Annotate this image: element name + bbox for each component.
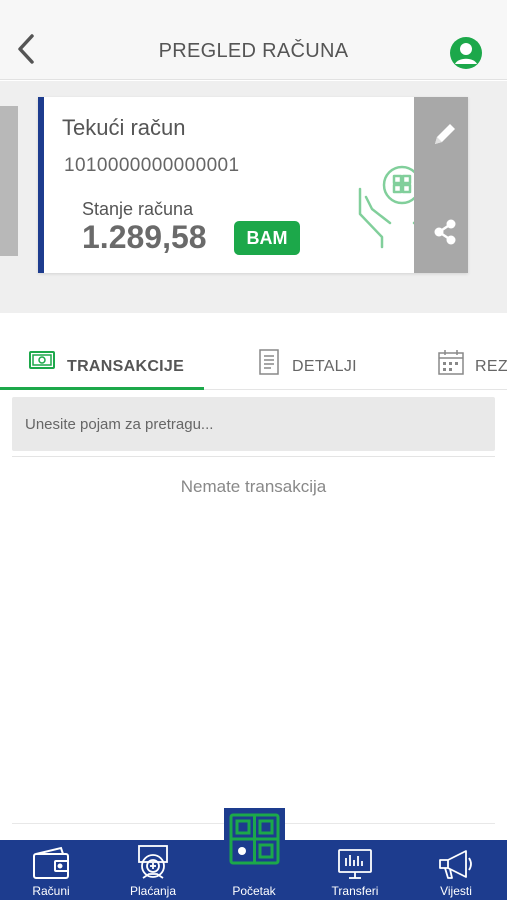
nav-item-news[interactable]: Vijesti (406, 840, 506, 900)
nav-item-transfers[interactable]: Transferi (305, 840, 405, 900)
page-title: PREGLED RAČUNA (158, 40, 349, 62)
user-icon (455, 43, 477, 64)
divider (12, 456, 495, 457)
document-icon (259, 349, 279, 375)
transfer-icon (338, 849, 372, 879)
cash-icon (29, 351, 55, 369)
nav-label-home: Početak (232, 884, 276, 898)
account-name: Tekući račun (62, 115, 186, 140)
home-logo-icon (229, 813, 280, 865)
account-tabs: TRANSAKCIJE DETALJI REZ (0, 340, 507, 390)
nav-item-accounts[interactable]: Računi (1, 840, 101, 900)
tab-transactions-label: TRANSAKCIJE (67, 358, 185, 375)
tab-rez-label: REZ (475, 358, 507, 375)
wallet-icon (33, 846, 69, 879)
calendar-icon (438, 350, 464, 375)
edit-button[interactable] (430, 119, 460, 149)
home-button[interactable] (224, 808, 285, 870)
account-number: 1010000000000001 (64, 155, 240, 176)
currency-badge: BAM (234, 221, 300, 255)
nav-label-accounts: Računi (32, 884, 70, 898)
nav-label-news: Vijesti (440, 884, 472, 898)
tab-details-label: DETALJI (292, 358, 357, 375)
pencil-icon (435, 124, 455, 144)
previous-account-card[interactable] (0, 106, 18, 256)
tab-details[interactable]: DETALJI (255, 340, 395, 390)
empty-state-message: Nemate transakcija (180, 477, 327, 496)
nav-label-payments: Plaćanja (129, 884, 177, 898)
balance-amount: 1.289,58 (82, 219, 207, 255)
search-input[interactable] (12, 397, 495, 451)
share-icon (434, 219, 456, 245)
share-button[interactable] (431, 217, 459, 247)
megaphone-icon (439, 850, 472, 879)
tab-transactions[interactable]: TRANSAKCIJE (0, 340, 204, 390)
account-carousel[interactable]: Tekući račun 1010000000000001 Stanje rač… (0, 81, 507, 313)
profile-button[interactable] (450, 37, 482, 69)
account-card[interactable]: Tekući račun 1010000000000001 Stanje rač… (38, 97, 468, 273)
nav-label-transfers: Transferi (331, 884, 379, 898)
nav-item-payments[interactable]: Plaćanja (103, 840, 203, 900)
payment-icon (138, 845, 168, 879)
account-actions-panel (414, 97, 468, 273)
tab-rez[interactable]: REZ (435, 340, 507, 390)
balance-label: Stanje računa (82, 199, 194, 219)
top-bar: PREGLED RAČUNA (0, 0, 507, 80)
